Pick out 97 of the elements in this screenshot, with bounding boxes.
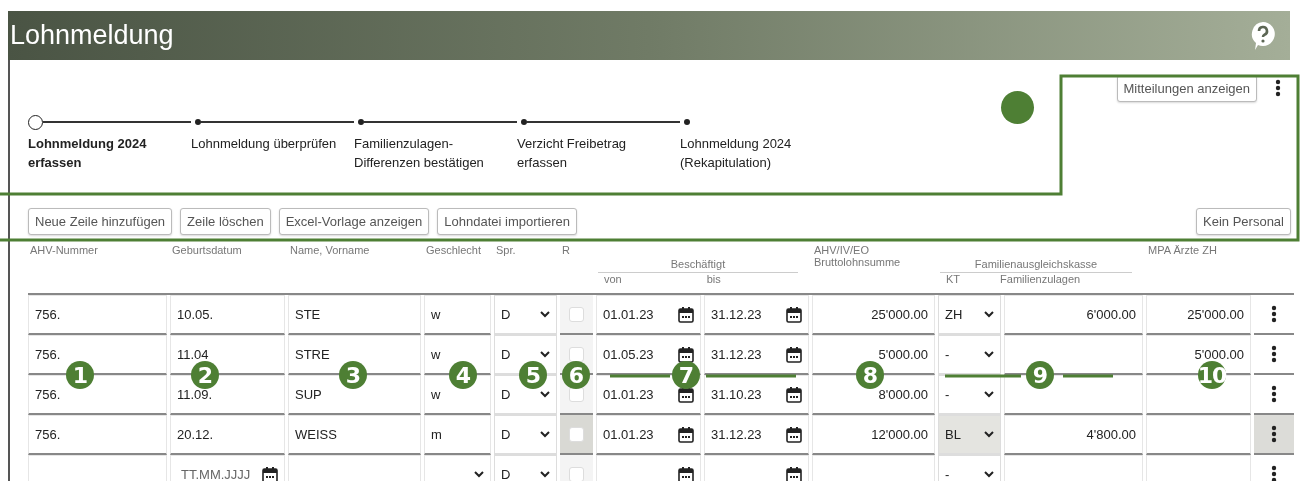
annotation-dot [1001, 91, 1034, 124]
callout-badge: 3 [339, 361, 367, 389]
chevron-icon [540, 351, 550, 358]
chevron-icon [984, 431, 994, 438]
step-label[interactable]: Familienzulagen-Differenzen bestätigen [354, 134, 504, 172]
callout-badge: 5 [519, 361, 547, 389]
column-header: Name, Vorname [290, 244, 371, 256]
allowance-field[interactable]: 4'800.00 [1004, 415, 1143, 455]
calendar-icon[interactable] [678, 466, 694, 481]
end-date-field[interactable]: 31.10.23 [704, 375, 809, 415]
calendar-icon[interactable] [786, 386, 802, 403]
column-header: Geschlecht [426, 244, 483, 256]
chevron-icon [984, 311, 994, 318]
chevron-icon [540, 391, 550, 398]
column-header: MPA Ärzte ZH [1148, 244, 1218, 256]
canton-select[interactable]: BL [938, 415, 1001, 455]
checkbox[interactable] [569, 466, 584, 481]
toolbar-button[interactable]: Excel-Vorlage anzeigen [278, 207, 430, 235]
column-header: Spr. [496, 244, 517, 256]
column-group-header: Beschäftigt [598, 258, 798, 273]
end-date-field[interactable]: 31.12.23 [704, 295, 809, 335]
more-icon[interactable] [1275, 79, 1281, 97]
end-date-field[interactable]: 31.12.23 [704, 335, 809, 375]
column-header: bis [706, 273, 721, 285]
ahv-field[interactable]: 756. [28, 415, 167, 455]
callout-badge: 8 [856, 361, 884, 389]
column-header: Bruttolohnsumme [814, 256, 902, 268]
chevron-icon [540, 431, 550, 438]
calendar-icon[interactable] [262, 466, 278, 481]
callout-badge: 2 [191, 361, 219, 389]
callout-badge: 4 [449, 361, 477, 389]
chevron-icon [984, 471, 994, 478]
name-field[interactable]: WEISS [288, 415, 421, 455]
no-staff-button[interactable]: Kein Personal [1196, 207, 1291, 235]
step-label[interactable]: Verzicht Freibetrag erfassen [517, 134, 667, 172]
column-header: R [562, 244, 571, 256]
canton-select[interactable]: - [938, 335, 1001, 375]
step-label[interactable]: Lohnmeldung überprüfen [191, 134, 341, 153]
birth-date-field[interactable]: 10.05. [170, 295, 285, 335]
gross-salary-field[interactable]: 12'000.00 [812, 415, 935, 455]
callout-badge: 9 [1026, 361, 1054, 389]
calendar-icon[interactable] [786, 346, 802, 363]
more-icon [1271, 385, 1277, 403]
column-header: von [604, 273, 622, 285]
column-header: Familienzulagen [1000, 273, 1081, 285]
callout-badge: 10 [1198, 361, 1226, 389]
end-date-field[interactable]: 31.12.23 [704, 415, 809, 455]
chevron-icon [474, 471, 484, 478]
more-icon [1271, 345, 1277, 363]
column-header: KT [946, 273, 961, 285]
language-select[interactable]: D [494, 295, 557, 335]
start-date-field[interactable]: 01.01.23 [596, 295, 701, 335]
toolbar-button[interactable]: Neue Zeile hinzufügen [28, 207, 173, 235]
row-menu-button[interactable] [1254, 415, 1294, 455]
calendar-icon[interactable] [678, 346, 694, 363]
calendar-icon[interactable] [786, 466, 802, 481]
birth-date-field[interactable]: TT.MM.JJJJ [170, 455, 285, 481]
checkbox[interactable] [569, 426, 584, 442]
chevron-icon [540, 311, 550, 318]
callout-badge: 7 [672, 361, 700, 389]
checkbox[interactable] [569, 346, 584, 362]
more-icon [1271, 425, 1277, 443]
step-label[interactable]: Lohnmeldung 2024 (Rekapitulation) [680, 134, 830, 172]
canton-select[interactable]: ZH [938, 295, 1001, 335]
more-icon [1271, 305, 1277, 323]
toolbar-button[interactable]: Zeile löschen [180, 207, 271, 235]
language-select[interactable]: D [494, 455, 557, 481]
start-date-field[interactable]: 01.01.23 [596, 415, 701, 455]
gender-field[interactable]: w [424, 295, 491, 335]
birth-date-field[interactable]: 20.12. [170, 415, 285, 455]
gross-salary-field[interactable]: 25'000.00 [812, 295, 935, 335]
callout-badge: 1 [66, 361, 94, 389]
calendar-icon[interactable] [786, 306, 802, 323]
language-select[interactable]: D [494, 415, 557, 455]
step-label[interactable]: Lohnmeldung 2024 erfassen [28, 134, 178, 172]
calendar-icon[interactable] [678, 426, 694, 443]
allowance-field[interactable]: 6'000.00 [1004, 295, 1143, 335]
ahv-field[interactable]: 756. [28, 295, 167, 335]
column-group-header: Familienausgleichskasse [940, 258, 1132, 273]
chevron-icon [984, 351, 994, 358]
column-header: Geburtsdatum [172, 244, 243, 256]
column-header: AHV-Nummer [30, 244, 99, 256]
chevron-icon [984, 391, 994, 398]
canton-select[interactable]: - [938, 455, 1001, 481]
help-icon[interactable] [1250, 20, 1276, 51]
calendar-icon[interactable] [678, 306, 694, 323]
page-title: Lohnmeldung [10, 20, 174, 51]
mpa-field[interactable]: 25'000.00 [1146, 295, 1251, 335]
name-field[interactable]: STE [288, 295, 421, 335]
chevron-icon [540, 471, 550, 478]
calendar-icon[interactable] [786, 426, 802, 443]
column-header: AHV/IV/EO [814, 244, 871, 256]
more-icon [1271, 465, 1277, 481]
mpa-field[interactable] [1146, 415, 1251, 455]
gender-field[interactable]: m [424, 415, 491, 455]
toolbar-button[interactable]: Lohndatei importieren [437, 207, 578, 235]
checkbox[interactable] [569, 306, 584, 322]
